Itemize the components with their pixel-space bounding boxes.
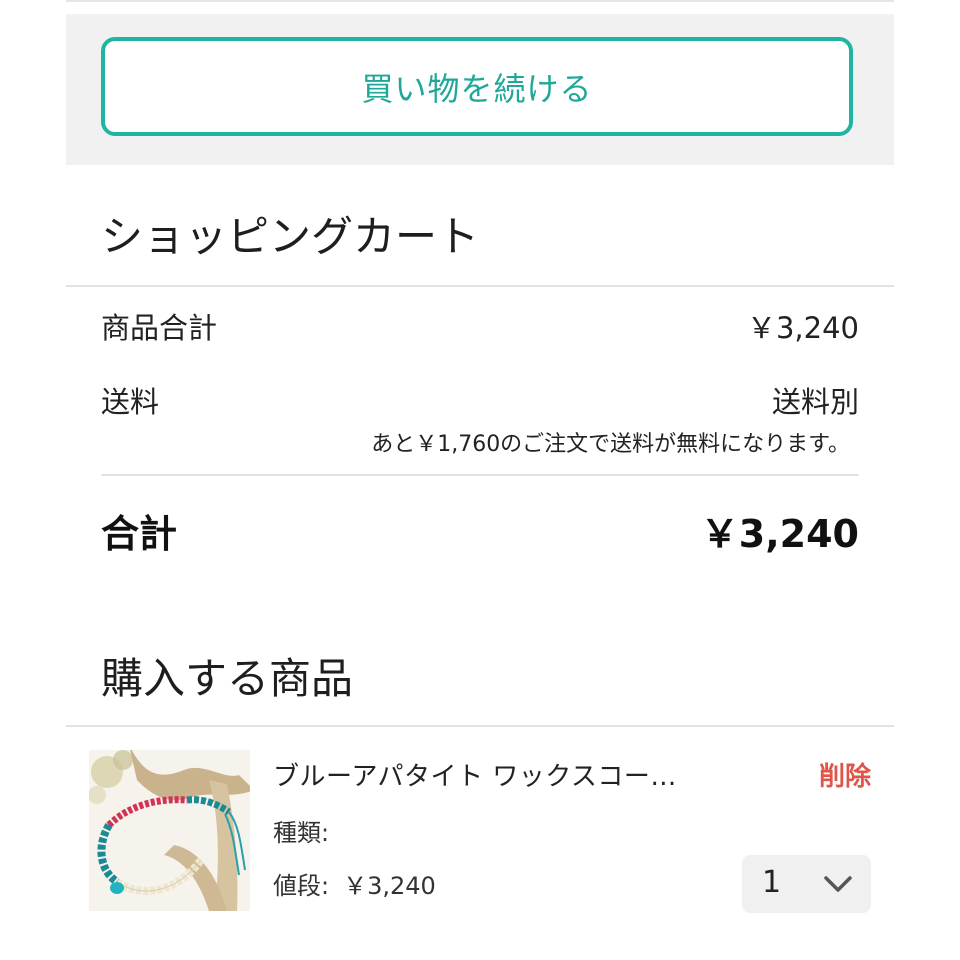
- delete-item-link[interactable]: 削除: [819, 756, 871, 793]
- cart-title: ショッピングカート: [101, 212, 480, 261]
- subtotal-label: 商品合計: [101, 311, 218, 345]
- total-divider: [101, 474, 859, 476]
- price-label: 値段:: [273, 872, 330, 900]
- chevron-down-icon: [824, 876, 852, 892]
- product-thumbnail[interactable]: [89, 750, 250, 911]
- total-value: ￥3,240: [700, 512, 859, 556]
- variant-row: 種類:: [273, 813, 343, 848]
- variant-label: 種類:: [273, 819, 330, 847]
- top-divider: [66, 0, 894, 2]
- total-label: 合計: [101, 512, 178, 556]
- subtotal-value: ￥3,240: [746, 311, 859, 345]
- shipping-label: 送料: [101, 385, 160, 419]
- product-name[interactable]: ブルーアパタイト ワックスコー…: [273, 756, 677, 793]
- items-title: 購入する商品: [101, 654, 354, 703]
- free-shipping-note: あと￥1,760のご注文で送料が無料になります。: [371, 432, 850, 457]
- quantity-select[interactable]: 1: [742, 855, 871, 913]
- shipping-value: 送料別: [771, 385, 859, 419]
- cart-page: 買い物を続ける ショッピングカート 商品合計 ￥3,240 送料 送料別 あと￥…: [0, 0, 960, 960]
- bracelet-photo-icon: [89, 750, 250, 911]
- continue-shopping-button[interactable]: 買い物を続ける: [101, 37, 853, 136]
- quantity-value: 1: [762, 865, 782, 900]
- price-row: 値段: ￥3,240: [273, 866, 436, 901]
- price-value: ￥3,240: [343, 872, 436, 900]
- items-title-divider: [66, 725, 894, 727]
- cart-title-divider: [66, 285, 894, 287]
